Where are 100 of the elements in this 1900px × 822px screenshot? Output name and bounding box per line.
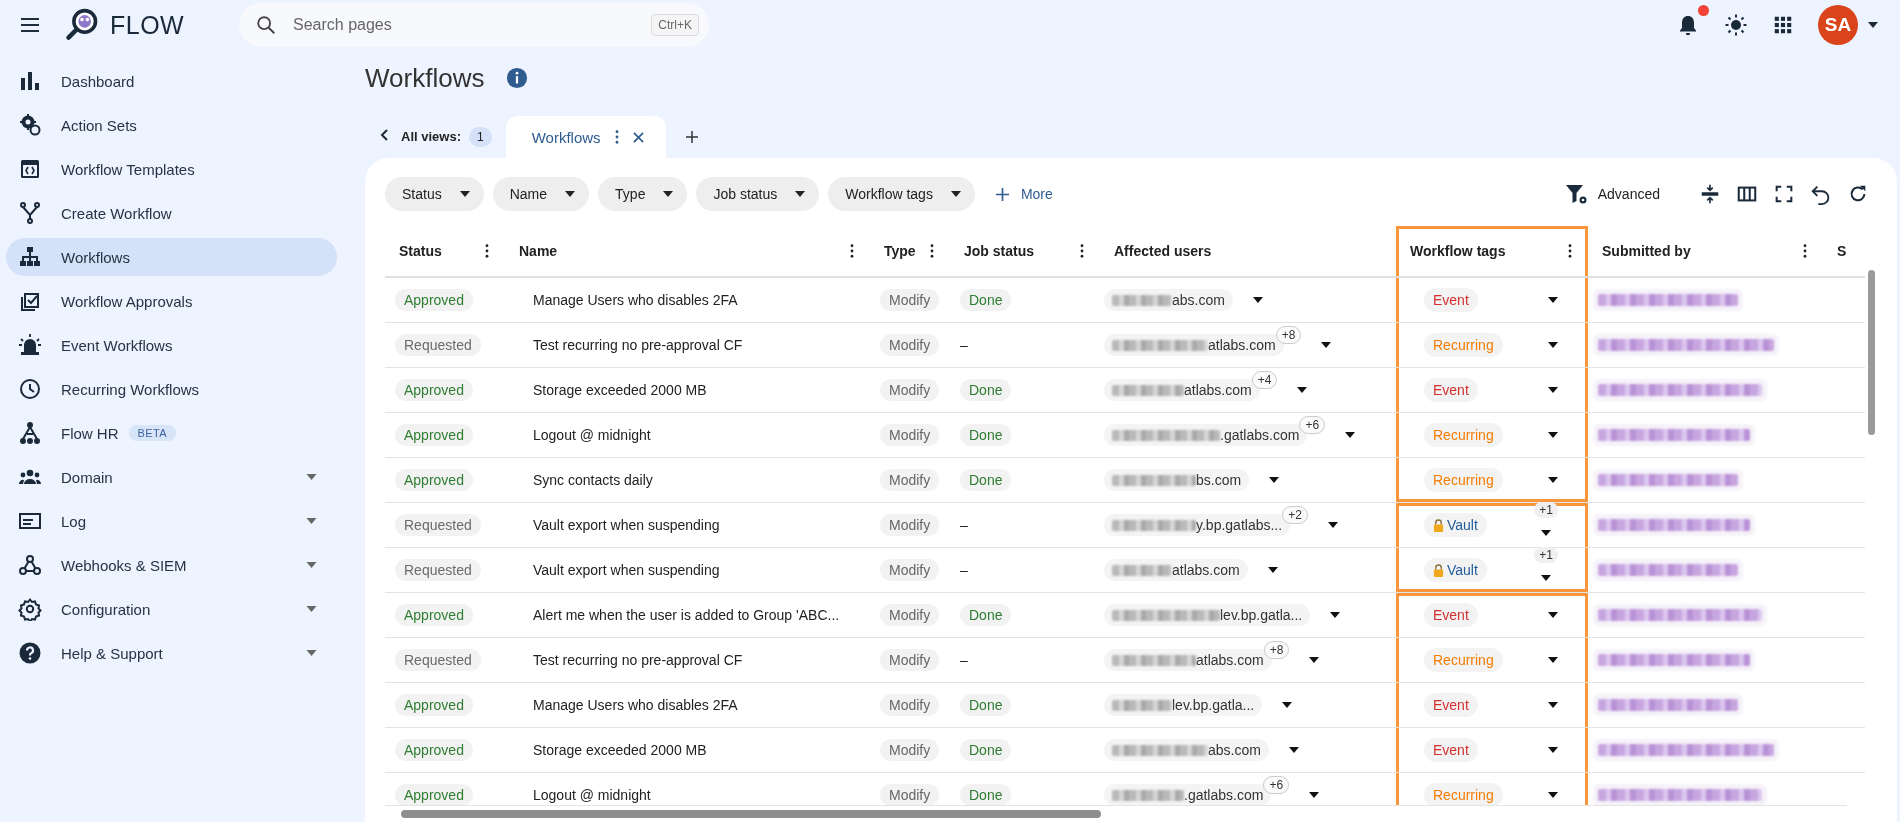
caret-icon[interactable] xyxy=(1327,522,1338,528)
column-header[interactable]: Job status xyxy=(950,226,1100,276)
sidebar-item[interactable]: Log xyxy=(6,502,337,540)
tag-chip: Event xyxy=(1424,378,1478,402)
sidebar-item[interactable]: Create Workflow xyxy=(6,194,337,232)
chevron-left-icon[interactable] xyxy=(379,129,391,141)
column-header[interactable]: Name xyxy=(505,226,870,276)
kebab-icon[interactable] xyxy=(614,130,619,144)
kebab-icon[interactable] xyxy=(1803,244,1807,258)
count-badge: +6 xyxy=(1263,776,1290,794)
sidebar-item[interactable]: Recurring Workflows xyxy=(6,370,337,408)
sidebar-item[interactable]: Action Sets xyxy=(6,106,337,144)
count-badge: +1 xyxy=(1534,547,1558,563)
column-header[interactable]: Submitted by xyxy=(1588,226,1823,276)
caret-icon xyxy=(663,191,674,197)
sidebar-item[interactable]: Workflow Approvals xyxy=(6,282,337,320)
caret-icon[interactable] xyxy=(1548,747,1558,753)
caret-icon[interactable] xyxy=(1548,342,1558,348)
caret-icon[interactable] xyxy=(1548,657,1558,663)
column-header[interactable]: S xyxy=(1823,226,1863,276)
search-input[interactable]: Search pages xyxy=(291,15,638,35)
table-cell: Storage exceeded 2000 MB xyxy=(533,382,707,398)
filter-dropdown[interactable]: Job status xyxy=(696,177,820,211)
caret-icon[interactable] xyxy=(1282,702,1293,708)
sidebar-item[interactable]: Flow HR BETA xyxy=(6,414,337,452)
blurred-text xyxy=(1112,294,1172,306)
info-icon[interactable] xyxy=(506,67,529,89)
column-header[interactable]: Status xyxy=(385,226,505,276)
caret-icon[interactable] xyxy=(1548,297,1558,303)
caret-icon[interactable] xyxy=(1252,297,1263,303)
menu-label: Dashboard xyxy=(61,72,135,90)
plus-icon xyxy=(995,187,1009,201)
caret-icon[interactable] xyxy=(1541,575,1552,581)
status-chip: Requested xyxy=(395,334,481,356)
add-tab-icon[interactable] xyxy=(685,131,698,143)
caret-icon[interactable] xyxy=(1548,612,1558,618)
filter-dropdown[interactable]: Type xyxy=(598,177,688,211)
menu-label: Domain xyxy=(61,468,113,486)
caret-icon[interactable] xyxy=(1321,342,1332,348)
job-status-chip: Done xyxy=(960,379,1012,401)
email-text: abs.com xyxy=(1208,742,1261,758)
caret-icon[interactable] xyxy=(1309,792,1320,798)
kebab-icon[interactable] xyxy=(1080,244,1084,258)
type-chip: Modify xyxy=(880,784,940,805)
kebab-icon[interactable] xyxy=(850,244,854,258)
more-filters-button[interactable]: More xyxy=(983,186,1053,202)
filter-dropdown[interactable]: Name xyxy=(492,177,590,211)
table-cell: Manage Users who disables 2FA xyxy=(533,697,738,713)
kebab-icon[interactable] xyxy=(1568,244,1572,258)
caret-icon[interactable] xyxy=(1548,387,1558,393)
caret-icon[interactable] xyxy=(1267,567,1278,573)
tag-chip: Recurring xyxy=(1424,423,1503,447)
tag-chip: Vault xyxy=(1424,513,1487,537)
caret-icon[interactable] xyxy=(1297,387,1308,393)
tag-chip: Event xyxy=(1424,693,1478,717)
undo-icon[interactable] xyxy=(1810,183,1832,205)
search-field[interactable]: Search pages Ctrl+K xyxy=(239,3,709,47)
caret-icon[interactable] xyxy=(1548,432,1558,438)
user-avatar[interactable]: SA xyxy=(1818,5,1858,45)
fullscreen-icon[interactable] xyxy=(1773,183,1795,205)
column-header[interactable]: Workflow tags xyxy=(1396,226,1588,276)
kebab-icon[interactable] xyxy=(485,244,489,258)
table-cell: – xyxy=(960,517,968,533)
caret-icon[interactable] xyxy=(1330,612,1341,618)
filter-dropdown[interactable]: Status xyxy=(385,177,484,211)
menu-label: Flow HR xyxy=(61,424,119,442)
sidebar-item[interactable]: Workflow Templates xyxy=(6,150,337,188)
branch-icon xyxy=(18,201,42,225)
caret-icon[interactable] xyxy=(1269,477,1280,483)
close-icon[interactable] xyxy=(632,131,644,143)
caret-icon[interactable] xyxy=(1868,22,1878,28)
sidebar-item[interactable]: Configuration xyxy=(6,590,337,628)
filter-dropdown[interactable]: Workflow tags xyxy=(828,177,975,211)
caret-icon[interactable] xyxy=(1309,657,1320,663)
table-cell: Logout @ midnight xyxy=(533,427,651,443)
caret-icon[interactable] xyxy=(1548,792,1558,798)
view-tab[interactable]: Workflows xyxy=(505,116,666,158)
caret-icon[interactable] xyxy=(1541,530,1552,536)
caret-icon[interactable] xyxy=(1288,747,1299,753)
kebab-icon[interactable] xyxy=(930,244,934,258)
status-chip: Approved xyxy=(395,604,473,626)
sidebar-item[interactable]: Domain xyxy=(6,458,337,496)
sidebar-item[interactable]: Help & Support xyxy=(6,634,337,672)
email-text: atlabs.com xyxy=(1172,562,1240,578)
caret-icon[interactable] xyxy=(1548,702,1558,708)
sidebar-item[interactable]: Workflows xyxy=(6,238,337,276)
sidebar-item[interactable]: Webhooks & SIEM xyxy=(6,546,337,584)
density-icon[interactable] xyxy=(1699,183,1721,205)
lock-icon xyxy=(1433,563,1444,577)
caret-icon[interactable] xyxy=(1548,477,1558,483)
caret-icon[interactable] xyxy=(1345,432,1356,438)
table-cell: Manage Users who disables 2FA xyxy=(533,292,738,308)
column-header[interactable]: Affected users xyxy=(1100,226,1396,276)
advanced-filter-button[interactable]: Advanced xyxy=(1563,182,1660,206)
apps-grid-icon[interactable] xyxy=(1772,14,1794,36)
sidebar-item[interactable]: Event Workflows xyxy=(6,326,337,364)
sidebar-item[interactable]: Dashboard xyxy=(6,62,337,100)
menu-label: Action Sets xyxy=(61,116,137,134)
sun-icon[interactable] xyxy=(1724,13,1748,37)
column-header[interactable]: Type xyxy=(870,226,950,276)
